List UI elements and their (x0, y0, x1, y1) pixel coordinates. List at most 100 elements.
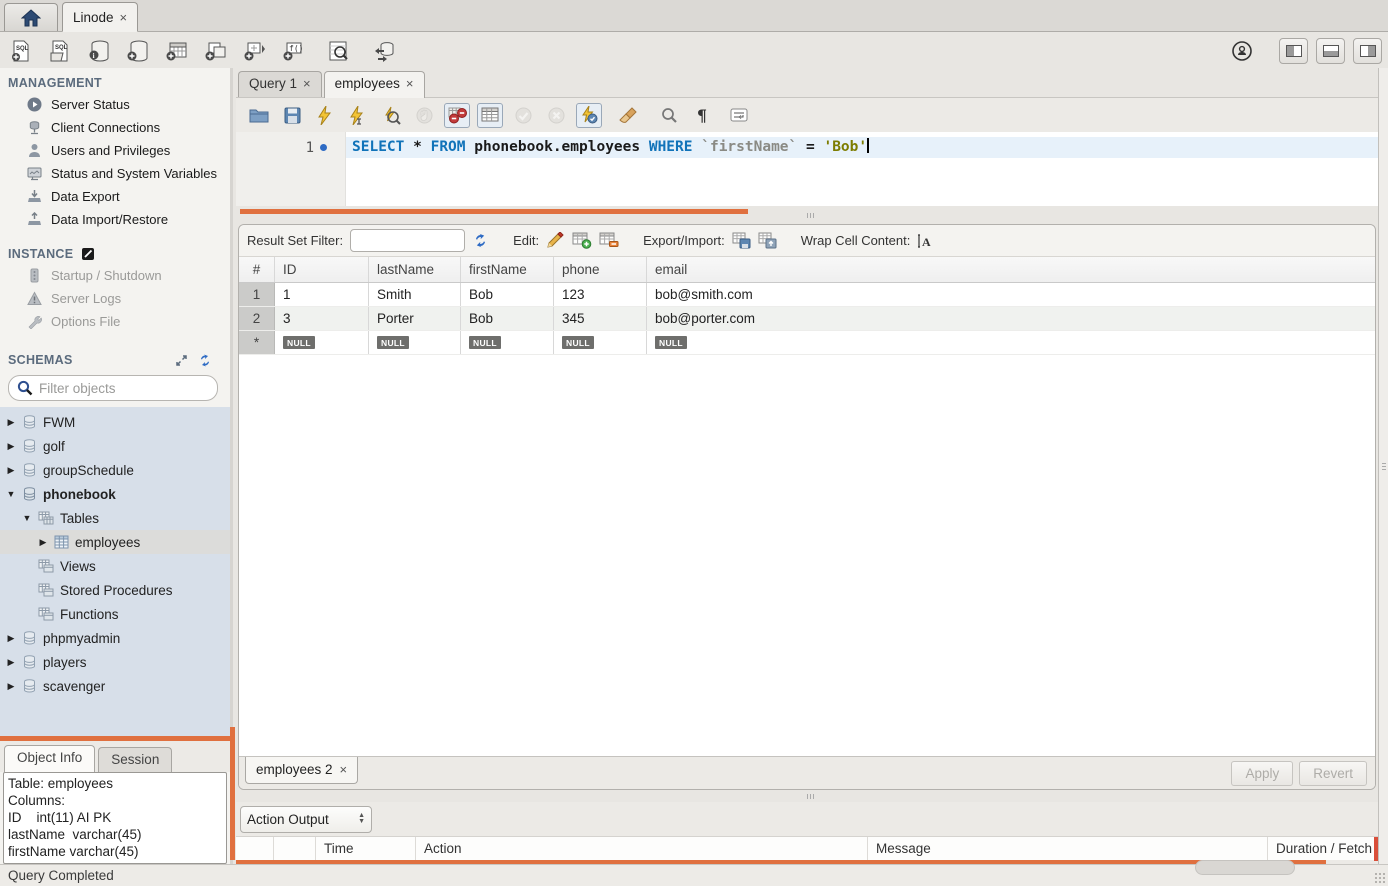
sidebar-vertical-splitter-accent[interactable] (230, 727, 235, 860)
toggle-stop-on-error-button[interactable] (444, 103, 470, 128)
export-recordset-icon[interactable] (732, 232, 751, 249)
tab-employees-2[interactable]: employees 2 × (245, 757, 358, 784)
save-script-button[interactable] (279, 103, 305, 128)
output-view-select[interactable]: Action Output ▲▼ (240, 806, 372, 833)
schema-node-phpmyadmin[interactable]: ▶phpmyadmin (0, 626, 230, 650)
tree-node-tables[interactable]: ▼Tables (0, 506, 230, 530)
grid-cell[interactable]: NULL (461, 331, 554, 354)
result-filter-input[interactable] (350, 229, 465, 252)
grid-cell[interactable]: 1 (275, 283, 369, 306)
output-col-header[interactable]: Message (868, 837, 1268, 860)
search-table-data-button[interactable] (326, 38, 352, 64)
sql-line-1[interactable]: SELECT * FROM phonebook.employees WHERE … (346, 137, 1378, 158)
insert-row-icon[interactable] (572, 232, 592, 249)
chevron-down-icon[interactable]: ▼ (22, 513, 32, 523)
toggle-left-panel-button[interactable] (1279, 38, 1308, 64)
execute-current-statement-button[interactable] (345, 103, 371, 128)
grid-cell[interactable]: 345 (554, 307, 647, 330)
grid-cell[interactable]: NULL (554, 331, 647, 354)
tab-employees[interactable]: employees × (324, 71, 425, 98)
sidebar-item-data-import[interactable]: Data Import/Restore (0, 208, 230, 231)
grid-cell[interactable]: Bob (461, 283, 554, 306)
tab-object-info[interactable]: Object Info (4, 745, 95, 772)
splitter-grip[interactable] (807, 794, 814, 799)
output-col-status[interactable] (236, 837, 274, 860)
chevron-right-icon[interactable]: ▶ (6, 681, 16, 692)
schema-node-scavenger[interactable]: ▶scavenger (0, 674, 230, 698)
chevron-right-icon[interactable]: ▶ (6, 657, 16, 668)
grid-col-header[interactable]: # (239, 257, 275, 282)
tab-session[interactable]: Session (98, 747, 172, 772)
sidebar-item-client-connections[interactable]: Client Connections (0, 116, 230, 139)
delete-row-icon[interactable] (599, 232, 619, 249)
row-number-cell[interactable]: 2 (239, 307, 275, 330)
select-stepper-icon[interactable]: ▲▼ (358, 813, 365, 825)
sidebar-item-options-file[interactable]: Options File (0, 310, 230, 333)
toggle-word-wrap-button[interactable] (726, 103, 752, 128)
sidebar-item-server-logs[interactable]: Server Logs (0, 287, 230, 310)
open-sql-script-button[interactable]: SQL (47, 38, 73, 64)
toggle-autocommit-button[interactable] (576, 103, 602, 128)
grid-cell[interactable]: NULL (369, 331, 461, 354)
grid-col-header[interactable]: ID (275, 257, 369, 282)
close-icon[interactable]: × (406, 76, 414, 91)
schema-node-groupschedule[interactable]: ▶groupSchedule (0, 458, 230, 482)
reconnect-database-button[interactable] (371, 38, 397, 64)
commit-button[interactable] (510, 103, 536, 128)
grid-col-header[interactable]: lastName (369, 257, 461, 282)
create-schema-button[interactable] (125, 38, 151, 64)
chevron-right-icon[interactable]: ▶ (6, 417, 16, 428)
toggle-invisibles-button[interactable]: ¶ (689, 103, 715, 128)
apply-button[interactable]: Apply (1231, 761, 1293, 786)
tree-node-stored-procedures[interactable]: Stored Procedures (0, 578, 230, 602)
schema-node-fwm[interactable]: ▶FWM (0, 410, 230, 434)
chevron-right-icon[interactable]: ▶ (38, 537, 48, 548)
grid-col-header[interactable]: email (647, 257, 1375, 282)
right-panel-splitter[interactable] (1378, 68, 1388, 864)
grid-cell[interactable]: Smith (369, 283, 461, 306)
import-recordset-icon[interactable] (758, 232, 777, 249)
output-col-header[interactable]: Time (316, 837, 416, 860)
tree-node-views[interactable]: Views (0, 554, 230, 578)
schema-node-golf[interactable]: ▶golf (0, 434, 230, 458)
grid-col-header[interactable]: phone (554, 257, 647, 282)
horizontal-scrollbar-thumb[interactable] (1195, 860, 1295, 875)
clear-query-button[interactable] (615, 103, 641, 128)
schema-node-phonebook[interactable]: ▼phonebook (0, 482, 230, 506)
row-number-cell[interactable]: * (239, 331, 275, 354)
stop-query-button[interactable] (411, 103, 437, 128)
connection-tab[interactable]: Linode × (62, 2, 138, 32)
filter-objects-input[interactable] (39, 381, 216, 396)
chevron-right-icon[interactable]: ▶ (6, 633, 16, 644)
output-col-header[interactable]: Action (416, 837, 868, 860)
rollback-button[interactable] (543, 103, 569, 128)
create-table-button[interactable] (164, 38, 190, 64)
create-function-button[interactable]: f() (281, 38, 307, 64)
sql-editor[interactable]: 1 SELECT * FROM phonebook.employees WHER… (236, 132, 1378, 206)
sidebar-item-users-privileges[interactable]: Users and Privileges (0, 139, 230, 162)
find-button[interactable] (656, 103, 682, 128)
splitter-grip[interactable] (807, 213, 814, 218)
limit-rows-button[interactable] (477, 103, 503, 128)
schema-node-players[interactable]: ▶players (0, 650, 230, 674)
row-number-cell[interactable]: 1 (239, 283, 275, 306)
close-icon[interactable]: × (120, 10, 128, 25)
grid-col-header[interactable]: firstName (461, 257, 554, 282)
output-col-index[interactable] (274, 837, 316, 860)
edit-cell-icon[interactable] (546, 232, 565, 249)
keychain-icon[interactable] (1231, 40, 1253, 62)
revert-button[interactable]: Revert (1299, 761, 1367, 786)
tab-query-1[interactable]: Query 1 × (238, 71, 322, 97)
refresh-grid-icon[interactable] (472, 233, 489, 248)
close-icon[interactable]: × (303, 76, 311, 91)
result-output-splitter[interactable] (236, 790, 1378, 802)
refresh-schemas-icon[interactable] (198, 354, 212, 367)
expand-schemas-icon[interactable] (175, 354, 188, 367)
tree-node-employees[interactable]: ▶employees (0, 530, 230, 554)
toggle-right-panel-button[interactable] (1353, 38, 1382, 64)
grid-cell[interactable]: Bob (461, 307, 554, 330)
editor-result-splitter[interactable] (236, 206, 1378, 224)
database-info-button[interactable]: i (86, 38, 112, 64)
execute-query-button[interactable] (312, 103, 338, 128)
grid-cell[interactable]: 3 (275, 307, 369, 330)
